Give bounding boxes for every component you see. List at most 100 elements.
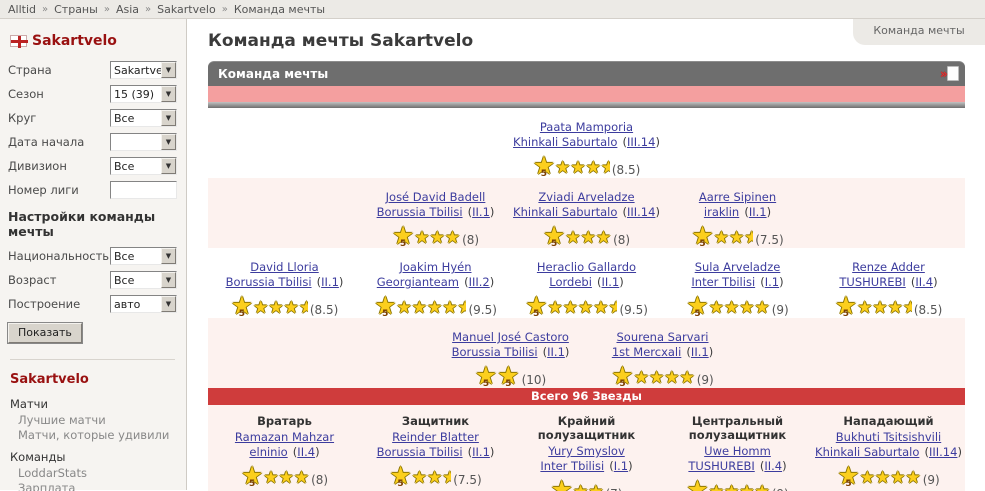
player-name-line: Joakim Hyén — [360, 259, 511, 274]
player-team-link[interactable]: Borussia Tbilisi — [452, 345, 538, 359]
player-league-link[interactable]: II.1 — [547, 345, 565, 359]
star-icon: ★ — [708, 298, 724, 318]
country-select[interactable]: Sakartvelo ▼ — [110, 61, 177, 79]
module-title: Команда мечты — [218, 67, 329, 81]
formation-label: Построение — [8, 297, 81, 311]
player-league-link[interactable]: III.14 — [627, 205, 655, 219]
player-team-link[interactable]: Borussia Tbilisi — [377, 445, 463, 459]
player-name-link[interactable]: Manuel José Castoro — [452, 330, 569, 344]
player-league-link[interactable]: II.1 — [472, 445, 490, 459]
player-league-link[interactable]: II.1 — [691, 345, 709, 359]
player-name-link[interactable]: Yury Smyslov — [548, 444, 625, 458]
player-team-link[interactable]: Borussia Tbilisi — [377, 205, 463, 219]
star-icon: ★ — [723, 298, 740, 318]
player-league-link[interactable]: II.1 — [472, 205, 490, 219]
player-league-link[interactable]: III.14 — [929, 445, 957, 459]
player-card: Aarre Sipinen iraklin (II.1) ★ 5 ★ ★ ★ (7.5) — [662, 189, 813, 249]
player-team-link[interactable]: Inter Tbilisi — [540, 459, 604, 473]
best-position-cell: Нападающий Bukhuti Tsitsishvili Khinkali S… — [813, 414, 964, 489]
star-icon: ★ — [905, 468, 921, 488]
player-league-link[interactable]: II.4 — [297, 445, 315, 459]
corner-tab-dream-team[interactable]: Команда мечты — [853, 19, 985, 45]
paren: ) — [619, 275, 624, 289]
player-team-link[interactable]: Khinkali Saburtalo — [513, 135, 617, 149]
star-icon: ★ — [890, 468, 906, 488]
player-name-line: Ramazan Mahzar — [209, 429, 360, 444]
player-team-link[interactable]: elninio — [249, 445, 287, 459]
player-team-link[interactable]: Khinkali Saburtalo — [815, 445, 919, 459]
player-name-link[interactable]: Renze Adder — [852, 260, 925, 274]
star-icon: ★ — [857, 298, 873, 318]
player-name-link[interactable]: Sourena Sarvari — [616, 330, 708, 344]
player-league-link[interactable]: II.1 — [601, 275, 619, 289]
star-icon-half: ★ — [299, 298, 308, 318]
season-select[interactable]: 15 (39) ▼ — [110, 85, 177, 103]
player-name-link[interactable]: Bukhuti Tsitsishvili — [836, 430, 941, 444]
breadcrumb-item-dream-team[interactable]: Команда мечты — [234, 3, 325, 16]
start-date-select[interactable]: ▼ — [110, 133, 177, 151]
player-team-link[interactable]: TUSHUREBI — [688, 459, 754, 473]
breadcrumb-item-sakartvelo[interactable]: Sakartvelo — [157, 3, 216, 16]
star-icon: ★ — [429, 228, 445, 248]
sidebar-item-best-matches[interactable]: Лучшие матчи — [18, 413, 177, 428]
player-team-link[interactable]: Georgianteam — [377, 275, 459, 289]
star-icon: ★ — [633, 368, 649, 388]
star-rating: ★5★★★★(9) — [813, 462, 964, 489]
player-league-link[interactable]: III.2 — [469, 275, 490, 289]
player-team-link[interactable]: Borussia Tbilisi — [226, 275, 312, 289]
sidebar-item-surprising-matches[interactable]: Матчи, которые удивили — [18, 428, 177, 443]
division-select[interactable]: Все ▼ — [110, 157, 177, 175]
sidebar-item-loddarstats[interactable]: LoddarStats — [18, 466, 177, 481]
player-name-link[interactable]: Heraclio Gallardo — [537, 260, 636, 274]
player-name-link[interactable]: Aarre Sipinen — [699, 190, 776, 204]
round-select[interactable]: Все ▼ — [110, 109, 177, 127]
player-team-link[interactable]: TUSHUREBI — [839, 275, 905, 289]
nationality-select[interactable]: Все ▼ — [110, 247, 177, 265]
star-icon: ★ — [283, 298, 299, 318]
player-team-link[interactable]: iraklin — [704, 205, 739, 219]
player-team-link[interactable]: Lordebi — [549, 275, 592, 289]
player-card: Sourena Sarvari 1st Mercxali (II.1) ★ 5 ★ ★ ★ ★… — [587, 329, 739, 389]
player-name-link[interactable]: Uwe Homm — [704, 444, 771, 458]
player-league-link[interactable]: II.4 — [764, 459, 782, 473]
rating-value: (9) — [772, 486, 789, 491]
star-icon-half: ★ — [903, 298, 912, 318]
star-icon: ★ — [562, 298, 578, 318]
player-team-link[interactable]: 1st Mercxali — [612, 345, 682, 359]
player-name-link[interactable]: Ramazan Mahzar — [235, 430, 334, 444]
rating-value: (7.5) — [755, 233, 784, 247]
show-button[interactable]: Показать — [7, 322, 83, 344]
player-league-link[interactable]: II.1 — [749, 205, 767, 219]
formation-select[interactable]: авто ▼ — [110, 295, 177, 313]
player-name-link[interactable]: Sula Arveladze — [695, 260, 781, 274]
sidebar-divider — [10, 359, 175, 360]
star-icon-big: ★5 — [241, 463, 263, 489]
breadcrumb-item-asia[interactable]: Asia — [116, 3, 139, 16]
export-page-icon[interactable]: » — [940, 65, 959, 83]
start-date-select-value — [111, 134, 161, 150]
player-team-link[interactable]: Inter Tbilisi — [691, 275, 755, 289]
league-number-input[interactable] — [110, 181, 177, 199]
season-label: Сезон — [8, 87, 44, 101]
player-team-link[interactable]: Khinkali Saburtalo — [513, 205, 617, 219]
star-icon: ★ — [580, 228, 596, 248]
breadcrumb-item-alltid[interactable]: Alltid — [8, 3, 36, 16]
player-name-link[interactable]: José David Badell — [386, 190, 486, 204]
player-name-line: Renze Adder — [813, 259, 964, 274]
rating-value: (8) — [462, 233, 480, 247]
breadcrumb-item-countries[interactable]: Страны — [54, 3, 98, 16]
star-icon: ★ — [268, 298, 284, 318]
age-select[interactable]: Все ▼ — [110, 271, 177, 289]
player-league-link[interactable]: III.14 — [627, 135, 655, 149]
player-league-link[interactable]: II.4 — [915, 275, 933, 289]
sidebar-item-salary[interactable]: Зарплата — [18, 481, 177, 491]
player-name-link[interactable]: David Lloria — [250, 260, 318, 274]
player-league-link[interactable]: I.1 — [765, 275, 779, 289]
georgia-flag-icon — [10, 35, 28, 48]
star-icon: ★ — [396, 298, 412, 318]
age-label: Возраст — [8, 273, 57, 287]
player-league-link[interactable]: I.1 — [614, 459, 628, 473]
rating-value: (10) — [521, 373, 547, 387]
player-league-link[interactable]: II.1 — [321, 275, 339, 289]
dream-team-module: Команда мечты » Paata Mamporia Khinkali S… — [208, 61, 965, 491]
